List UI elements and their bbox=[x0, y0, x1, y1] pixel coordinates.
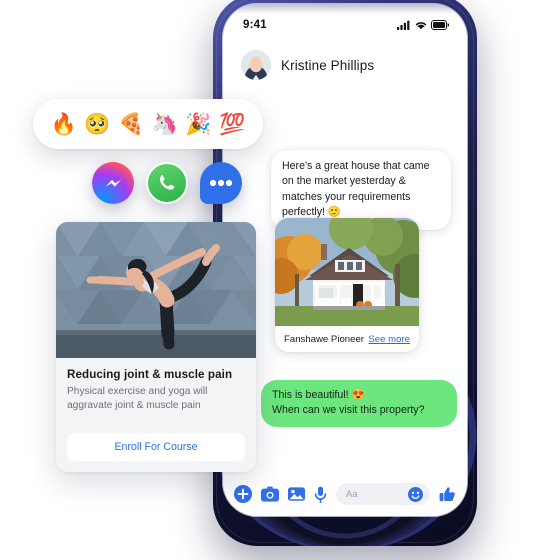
property-card-title: Fanshawe Pioneer bbox=[284, 333, 364, 345]
see-more-link[interactable]: See more bbox=[368, 334, 410, 345]
gallery-icon[interactable] bbox=[288, 486, 305, 502]
wifi-icon bbox=[415, 22, 427, 30]
phone-screen: 9:41 Kristine Phillips Here's a great ho… bbox=[223, 4, 467, 516]
property-card-message[interactable]: Fanshawe Pioneer See more bbox=[275, 218, 419, 352]
chat-contact-name: Kristine Phillips bbox=[281, 57, 375, 73]
course-title: Reducing joint & muscle pain bbox=[67, 368, 233, 381]
party-popper-emoji[interactable]: 🎉 bbox=[185, 114, 211, 135]
property-photo bbox=[275, 218, 419, 326]
yoga-illustration bbox=[56, 222, 256, 358]
property-card-footer: Fanshawe Pioneer See more bbox=[275, 326, 419, 352]
hundred-points-emoji[interactable]: 💯 bbox=[219, 114, 245, 135]
outgoing-message-bubble: This is beautiful! 😍 When can we visit t… bbox=[261, 380, 457, 428]
message-input-placeholder: Aa bbox=[346, 488, 358, 500]
unicorn-emoji[interactable]: 🦄 bbox=[152, 114, 178, 135]
microphone-icon[interactable] bbox=[314, 486, 327, 503]
outgoing-message-line2: When can we visit this property? bbox=[272, 404, 425, 417]
course-photo-art bbox=[56, 222, 256, 358]
enroll-for-course-button[interactable]: Enroll For Course bbox=[67, 433, 245, 461]
messenger-app-icon[interactable] bbox=[92, 162, 134, 204]
fire-emoji[interactable]: 🔥 bbox=[51, 114, 77, 135]
house-illustration bbox=[275, 218, 419, 326]
message-input[interactable]: Aa bbox=[336, 483, 430, 505]
screen-top-shade bbox=[223, 4, 467, 14]
pleading-face-emoji[interactable]: 🥺 bbox=[84, 114, 110, 135]
property-photo-art bbox=[275, 218, 419, 326]
messenger-bolt-glyph bbox=[105, 179, 122, 187]
camera-icon[interactable] bbox=[261, 486, 279, 502]
status-time: 9:41 bbox=[243, 19, 267, 31]
sms-app-icon[interactable] bbox=[200, 162, 242, 204]
course-card-body: Reducing joint & muscle pain Physical ex… bbox=[56, 358, 256, 414]
chat-message-list: Here's a great house that came on the ma… bbox=[223, 88, 467, 476]
screenshot-root: 9:41 Kristine Phillips Here's a great ho… bbox=[0, 0, 539, 560]
course-card[interactable]: Reducing joint & muscle pain Physical ex… bbox=[56, 222, 256, 472]
plus-icon[interactable] bbox=[234, 485, 252, 503]
app-icon-row bbox=[92, 162, 242, 204]
outgoing-message-line1: This is beautiful! 😍 bbox=[272, 389, 365, 401]
contact-avatar[interactable] bbox=[241, 50, 271, 80]
whatsapp-phone-glyph bbox=[159, 175, 175, 190]
pizza-emoji[interactable]: 🍕 bbox=[118, 114, 144, 135]
course-description: Physical exercise and yoga will aggravat… bbox=[67, 386, 208, 412]
chat-header[interactable]: Kristine Phillips bbox=[223, 42, 467, 88]
cellular-signal-icon bbox=[397, 20, 410, 30]
message-composer: Aa bbox=[223, 472, 467, 516]
thumbs-up-icon[interactable] bbox=[439, 486, 456, 503]
whatsapp-app-icon[interactable] bbox=[146, 162, 188, 204]
status-icon-group bbox=[397, 20, 449, 30]
emoji-reaction-bar[interactable]: 🔥 🥺 🍕 🦄 🎉 💯 bbox=[33, 99, 263, 149]
battery-icon bbox=[431, 20, 449, 30]
course-photo bbox=[56, 222, 256, 358]
emoji-smiley-icon[interactable] bbox=[408, 486, 423, 502]
status-bar: 9:41 bbox=[223, 16, 467, 34]
sms-dots-glyph bbox=[209, 179, 233, 187]
avatar-illustration bbox=[241, 50, 271, 80]
